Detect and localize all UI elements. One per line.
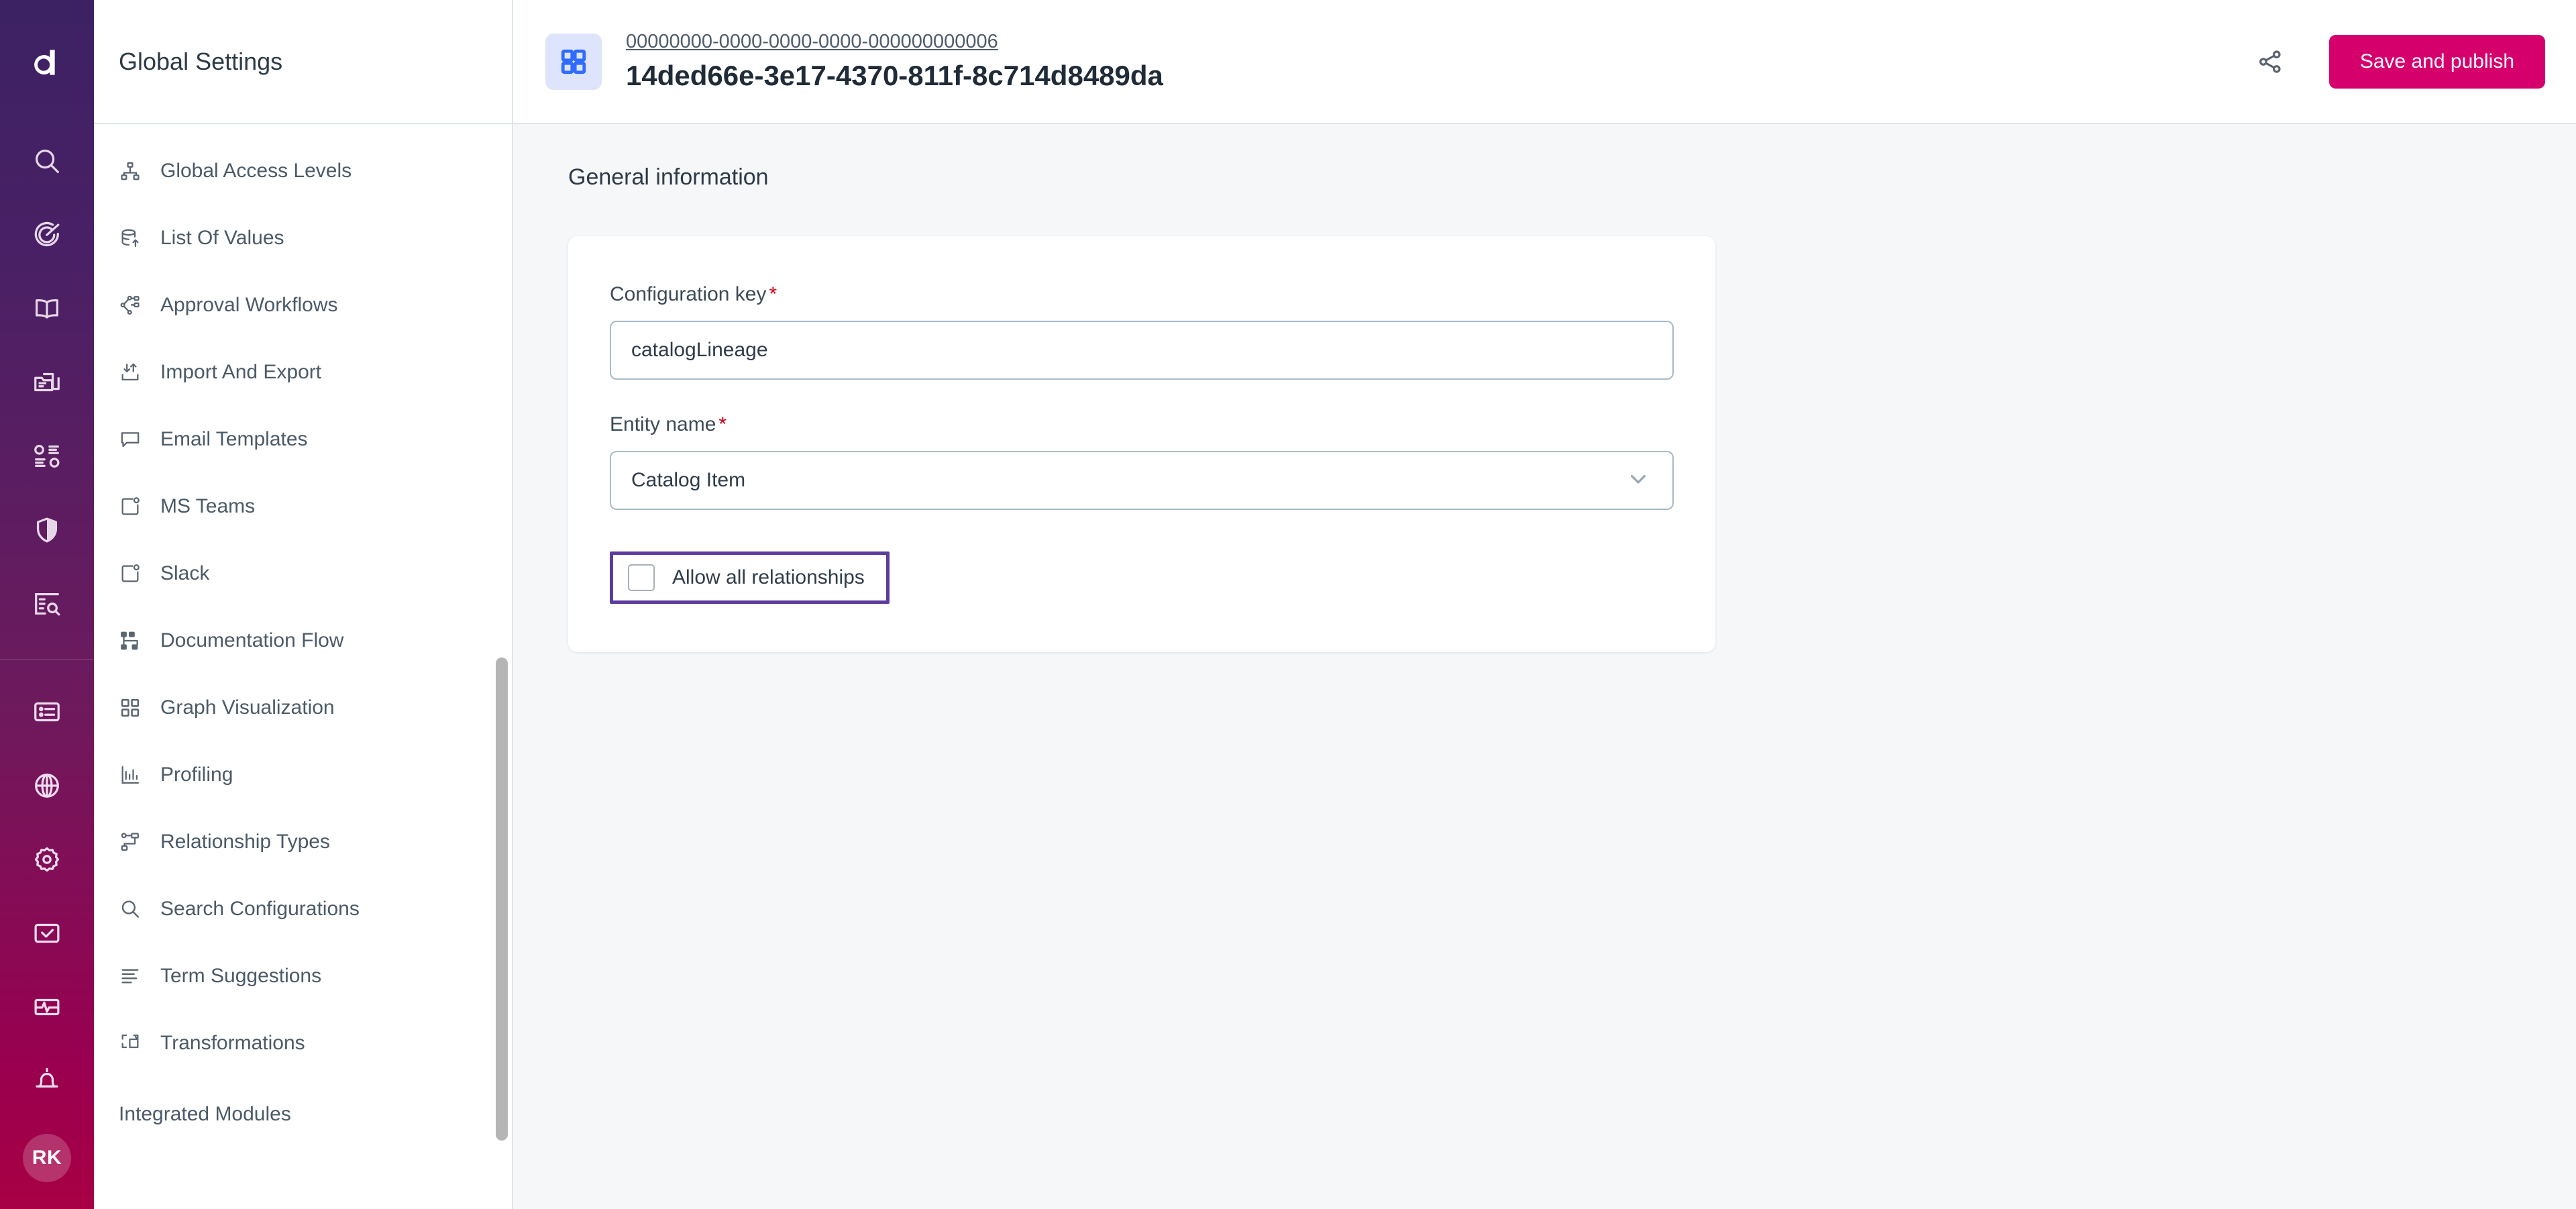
target-icon[interactable]: [0, 198, 94, 272]
required-marker: *: [769, 283, 777, 305]
sidebar-group-title: Integrated Modules: [119, 1103, 291, 1125]
configuration-key-label: Configuration key *: [610, 283, 1674, 306]
sidebar-item-relationship-types[interactable]: Relationship Types: [94, 808, 512, 876]
text-lines-icon: [119, 965, 160, 988]
save-and-publish-button[interactable]: Save and publish: [2328, 34, 2545, 89]
sidebar-item-list-of-values[interactable]: List Of Values: [94, 205, 512, 272]
app-root: RK Global Settings Global Access Levels …: [0, 0, 2576, 1209]
bar-chart-icon: [119, 764, 160, 786]
app-dot-icon: [119, 495, 160, 518]
app-dot-icon: [119, 562, 160, 585]
entity-name-select-wrapper: [610, 451, 1674, 510]
sidebar-item-profiling[interactable]: Profiling: [94, 741, 512, 808]
grid-squares-icon: [561, 49, 586, 74]
data-sources-icon[interactable]: [0, 419, 94, 493]
doc-flow-icon: [119, 629, 160, 652]
sidebar-item-email-templates[interactable]: Email Templates: [94, 406, 512, 473]
sidebar-item-label: Import And Export: [160, 361, 322, 383]
sidebar-item-import-and-export[interactable]: Import And Export: [94, 339, 512, 406]
monitoring-icon[interactable]: [0, 970, 94, 1044]
tasks-check-icon[interactable]: [0, 896, 94, 970]
entity-name-select[interactable]: [610, 451, 1674, 510]
section-title: General information: [568, 164, 769, 190]
allow-all-relationships-row[interactable]: Allow all relationships: [610, 551, 890, 604]
comment-icon: [119, 428, 160, 451]
sidebar-scrollbar-thumb[interactable]: [496, 658, 508, 1141]
book-icon[interactable]: [0, 272, 94, 346]
sidebar-item-label: Search Configurations: [160, 898, 360, 920]
entity-type-icon-badge[interactable]: [545, 33, 602, 90]
sidebar-item-label: Relationship Types: [160, 831, 330, 853]
topbar-titles: 00000000-0000-0000-0000-000000000006 14d…: [626, 31, 1163, 92]
entity-title: 14ded66e-3e17-4370-811f-8c714d8489da: [626, 60, 1163, 91]
bell-icon[interactable]: [0, 1044, 94, 1118]
required-marker: *: [718, 413, 727, 435]
configuration-key-input[interactable]: [610, 321, 1674, 380]
sidebar-item-term-suggestions[interactable]: Term Suggestions: [94, 943, 512, 1010]
grid-squares-icon: [119, 696, 160, 719]
page-title: Global Settings: [119, 47, 283, 75]
sidebar-item-transformations[interactable]: Transformations: [94, 1010, 512, 1077]
main-panel: 00000000-0000-0000-0000-000000000006 14d…: [513, 0, 2576, 1209]
sidebar-item-label: Term Suggestions: [160, 965, 322, 987]
allow-all-relationships-label: Allow all relationships: [672, 566, 865, 588]
transform-icon: [119, 1032, 160, 1055]
primary-nav-rail: RK: [0, 0, 94, 1209]
sidebar-item-label: List Of Values: [160, 227, 284, 249]
list-view-icon[interactable]: [0, 675, 94, 749]
content-area: General information Configuration key* E…: [513, 124, 2576, 1209]
sidebar-scrollbar-track[interactable]: [493, 124, 508, 1209]
sidebar-header: Global Settings: [94, 0, 512, 124]
sidebar-item-label: Global Access Levels: [160, 160, 352, 182]
workflow-icon: [119, 294, 160, 317]
settings-sidebar: Global Settings Global Access Levels Lis…: [94, 0, 513, 1209]
sidebar-item-label: Email Templates: [160, 428, 308, 450]
search-icon: [119, 898, 160, 921]
entity-name-label-text: Entity name: [610, 413, 716, 435]
entity-name-label: Entity name *: [610, 413, 1674, 436]
sidebar-item-label: Graph Visualization: [160, 696, 335, 719]
breadcrumb[interactable]: 00000000-0000-0000-0000-000000000006: [626, 31, 1163, 53]
sidebar-item-label: Transformations: [160, 1032, 305, 1054]
gear-icon[interactable]: [0, 823, 94, 896]
share-button[interactable]: [2245, 36, 2296, 87]
app-logo[interactable]: [0, 0, 94, 124]
sidebar-item-label: MS Teams: [160, 495, 256, 517]
sidebar-item-approval-workflows[interactable]: Approval Workflows: [94, 272, 512, 339]
search-icon[interactable]: [0, 124, 94, 198]
entity-name-field: Entity name *: [610, 413, 1674, 510]
sidebar-item-label: Approval Workflows: [160, 294, 338, 316]
sidebar-scroll-area: Global Access Levels List Of Values Appr…: [94, 124, 512, 1209]
catalog-folders-icon[interactable]: [0, 346, 94, 419]
sidebar-item-slack[interactable]: Slack: [94, 540, 512, 607]
configuration-key-label-text: Configuration key: [610, 283, 767, 305]
sidebar-item-search-configurations[interactable]: Search Configurations: [94, 876, 512, 943]
configuration-key-field: Configuration key *: [610, 283, 1674, 380]
rules-search-icon[interactable]: [0, 567, 94, 641]
import-export-icon: [119, 361, 160, 384]
sidebar-item-label: Profiling: [160, 764, 233, 786]
share-icon: [2259, 50, 2281, 73]
sidebar-item-label: Documentation Flow: [160, 629, 344, 651]
sidebar-item-graph-visualization[interactable]: Graph Visualization: [94, 674, 512, 741]
avatar[interactable]: RK: [23, 1134, 71, 1182]
sidebar-item-label: Slack: [160, 562, 210, 584]
top-bar: 00000000-0000-0000-0000-000000000006 14d…: [513, 0, 2576, 124]
rail-bottom-group: [0, 675, 94, 1118]
allow-all-relationships-checkbox[interactable]: [628, 564, 655, 591]
database-up-icon: [119, 227, 160, 250]
sidebar-item-ms-teams[interactable]: MS Teams: [94, 473, 512, 540]
sidebar-item-documentation-flow[interactable]: Documentation Flow: [94, 607, 512, 674]
rail-top-group: [0, 124, 94, 641]
sidebar-item-global-access-levels[interactable]: Global Access Levels: [94, 138, 512, 205]
org-tree-icon: [119, 160, 160, 182]
relationship-icon: [119, 831, 160, 853]
shield-icon[interactable]: [0, 493, 94, 567]
globe-icon[interactable]: [0, 749, 94, 823]
general-information-card: Configuration key* Entity name*: [568, 236, 1715, 652]
